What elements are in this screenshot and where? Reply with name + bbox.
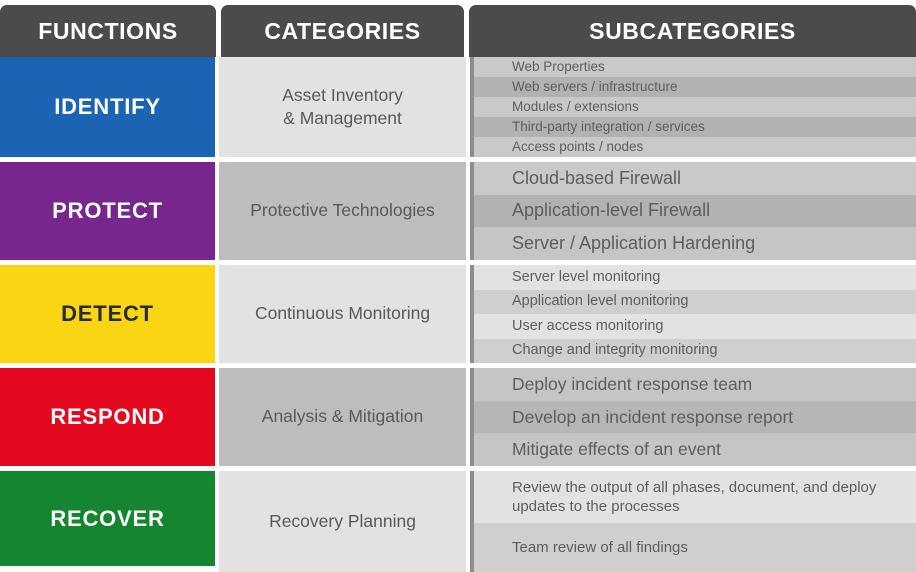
subcategory-cell-protect: Cloud-based Firewall Application-level F… xyxy=(469,162,916,261)
subcategory-item: Review the output of all phases, documen… xyxy=(469,471,916,523)
category-label: Protective Technologies xyxy=(250,200,435,221)
category-label: Analysis & Mitigation xyxy=(261,406,424,427)
subcategory-cell-recover: Review the output of all phases, documen… xyxy=(469,471,916,572)
subcategory-divider xyxy=(469,265,474,363)
subcategory-item: Web servers / infrastructure xyxy=(469,77,916,97)
category-cell-respond: Analysis & Mitigation xyxy=(219,368,466,466)
category-cell-detect: Continuous Monitoring xyxy=(219,265,466,363)
subcategory-cell-identify: Web Properties Web servers / infrastruct… xyxy=(469,57,916,157)
category-label-line2: & Management xyxy=(283,108,402,128)
header-functions: FUNCTIONS xyxy=(0,5,216,57)
framework-row-identify: IDENTIFY Asset Inventory & Management We… xyxy=(0,57,916,157)
subcategory-item: Access points / nodes xyxy=(469,137,916,157)
framework-body: IDENTIFY Asset Inventory & Management We… xyxy=(0,57,916,572)
category-cell-protect: Protective Technologies xyxy=(219,162,466,260)
category-cell-identify: Asset Inventory & Management xyxy=(219,57,466,157)
framework-row-protect: PROTECT Protective Technologies Cloud-ba… xyxy=(0,162,916,261)
category-label: Continuous Monitoring xyxy=(254,303,431,324)
subcategory-divider xyxy=(469,162,474,260)
function-cell-identify: IDENTIFY xyxy=(0,57,216,157)
subcategory-item: Mitigate effects of an event xyxy=(469,433,916,467)
subcategory-item: Web Properties xyxy=(469,57,916,77)
subcategory-divider xyxy=(469,471,474,572)
subcategory-item: Third-party integration / services xyxy=(469,117,916,137)
header-categories: CATEGORIES xyxy=(221,5,464,57)
category-label: Asset Inventory & Management xyxy=(282,84,403,130)
header-subcategories: SUBCATEGORIES xyxy=(469,5,916,57)
function-cell-detect: DETECT xyxy=(0,265,216,363)
subcategory-cell-detect: Server level monitoring Application leve… xyxy=(469,265,916,363)
header-row: FUNCTIONS CATEGORIES SUBCATEGORIES xyxy=(0,5,916,57)
subcategory-item: Modules / extensions xyxy=(469,97,916,117)
subcategory-item: Team review of all findings xyxy=(469,523,916,572)
function-label: DETECT xyxy=(61,301,154,326)
framework-row-detect: DETECT Continuous Monitoring Server leve… xyxy=(0,265,916,363)
function-cell-protect: PROTECT xyxy=(0,162,216,260)
subcategory-item: Server level monitoring xyxy=(469,265,916,290)
function-cell-respond: RESPOND xyxy=(0,368,216,466)
subcategory-item: Cloud-based Firewall xyxy=(469,162,916,195)
framework-row-recover: RECOVER Recovery Planning Review the out… xyxy=(0,471,916,572)
function-label: RECOVER xyxy=(50,505,165,531)
subcategory-item: Server / Application Hardening xyxy=(469,227,916,261)
subcategory-divider xyxy=(469,57,474,157)
function-label: IDENTIFY xyxy=(54,94,161,119)
subcategory-item: Deploy incident response team xyxy=(469,368,916,401)
subcategory-cell-respond: Deploy incident response team Develop an… xyxy=(469,368,916,467)
category-label-line1: Asset Inventory xyxy=(282,84,403,105)
category-cell-recover: Recovery Planning xyxy=(219,471,466,572)
function-label: RESPOND xyxy=(50,404,165,429)
subcategory-item: User access monitoring xyxy=(469,314,916,339)
subcategory-item: Application level monitoring xyxy=(469,289,916,314)
nist-framework-diagram: FUNCTIONS CATEGORIES SUBCATEGORIES IDENT… xyxy=(0,0,916,572)
category-label: Recovery Planning xyxy=(269,510,416,531)
function-label: PROTECT xyxy=(52,198,163,223)
framework-row-respond: RESPOND Analysis & Mitigation Deploy inc… xyxy=(0,368,916,467)
function-cell-recover: RECOVER xyxy=(0,471,216,566)
subcategory-item: Develop an incident response report xyxy=(469,400,916,434)
subcategory-item: Change and integrity monitoring xyxy=(469,338,916,363)
subcategory-divider xyxy=(469,368,474,466)
subcategory-item: Application-level Firewall xyxy=(469,194,916,228)
